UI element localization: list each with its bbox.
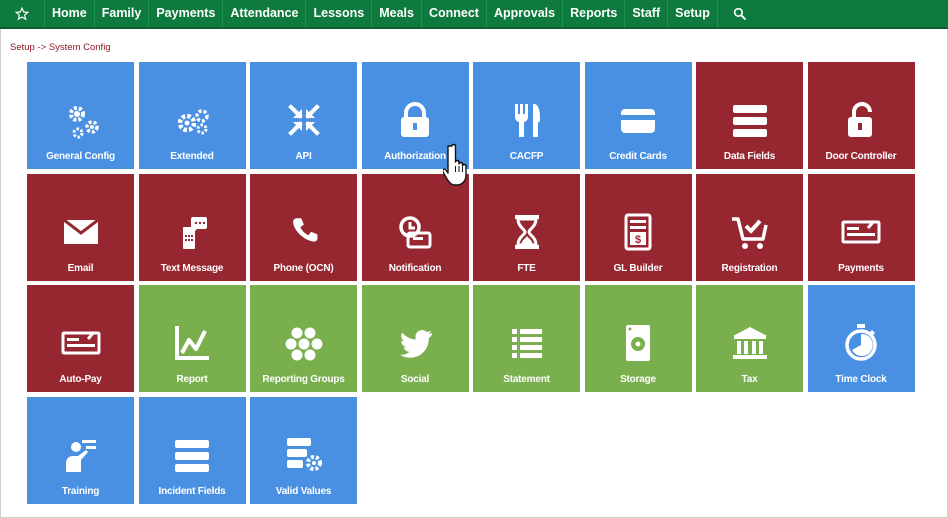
tile-reporting-groups[interactable]: Reporting Groups <box>250 285 357 392</box>
tile-label: Time Clock <box>835 374 887 385</box>
notification-icon <box>362 210 469 254</box>
tile-api[interactable]: API <box>250 62 357 169</box>
hourglass-icon <box>473 210 580 254</box>
nav-item-setup[interactable]: Setup <box>668 0 718 27</box>
compress-arrows-icon <box>250 98 357 142</box>
tile-storage[interactable]: Storage <box>584 285 692 392</box>
tile-report[interactable]: Report <box>138 285 246 392</box>
line-chart-icon <box>139 321 246 365</box>
tile-label: GL Builder <box>613 262 663 274</box>
credit-card-icon <box>585 98 692 142</box>
tile-label: Storage <box>620 374 656 385</box>
tile-label: Registration <box>721 262 778 274</box>
tile-email[interactable]: Email <box>27 173 134 281</box>
tile-cacfp[interactable]: CACFP <box>473 62 580 169</box>
nav-search-button[interactable] <box>718 0 762 27</box>
tile-incident-fields[interactable]: Incident Fields <box>138 396 246 504</box>
list-icon <box>473 321 580 365</box>
tile-time-clock[interactable]: Time Clock <box>807 285 915 392</box>
tile-label: API <box>295 151 312 162</box>
tile-tax[interactable]: Tax <box>696 285 803 392</box>
twitter-icon <box>362 321 469 365</box>
nav-item-family[interactable]: Family <box>95 0 150 27</box>
favorites-star-button[interactable] <box>0 0 45 27</box>
cart-check-icon <box>696 210 803 254</box>
tile-label: Data Fields <box>723 151 776 162</box>
config-tile-grid: General Config Extended API Authorization CA… <box>27 62 915 504</box>
tile-label: Auto-Pay <box>59 374 102 385</box>
tile-valid-values[interactable]: Valid Values <box>250 396 357 504</box>
tile-label: Reporting Groups <box>262 374 345 385</box>
tile-label: Payments <box>838 262 884 274</box>
bank-icon <box>696 321 803 365</box>
stopwatch-icon <box>808 321 915 365</box>
tile-label: Notification <box>388 262 442 274</box>
nav-item-payments[interactable]: Payments <box>149 0 224 27</box>
training-icon <box>27 433 134 477</box>
tile-label: Report <box>176 374 208 385</box>
tile-label: Text Message <box>160 262 224 274</box>
tile-label: General Config <box>46 151 115 162</box>
tile-label: Incident Fields <box>158 485 226 497</box>
tile-label: Email <box>67 262 94 274</box>
tile-general-config[interactable]: General Config <box>27 62 134 169</box>
nav-item-connect[interactable]: Connect <box>422 0 487 27</box>
utensils-icon <box>473 98 580 142</box>
ledger-icon: $ <box>585 210 692 254</box>
tile-text-message[interactable]: Text Message <box>138 173 246 281</box>
tile-data-fields[interactable]: Data Fields <box>696 62 803 169</box>
gears-icon <box>27 98 134 142</box>
tile-label: Valid Values <box>275 485 332 497</box>
tile-label: Statement <box>503 374 550 385</box>
tile-label: Door Controller <box>825 151 897 162</box>
check-payment-icon <box>27 321 134 365</box>
tile-credit-cards[interactable]: Credit Cards <box>584 62 692 169</box>
mobile-message-icon <box>139 210 246 254</box>
svg-text:$: $ <box>635 234 641 246</box>
cogs-icon <box>139 98 246 142</box>
tile-label: CACFP <box>509 151 544 162</box>
tile-statement[interactable]: Statement <box>473 285 580 392</box>
unlock-icon <box>808 98 915 142</box>
server-gear-icon <box>250 433 357 477</box>
tile-label: Tax <box>741 374 758 385</box>
nav-item-meals[interactable]: Meals <box>372 0 422 27</box>
tile-training[interactable]: Training <box>27 396 134 504</box>
nav-item-reports[interactable]: Reports <box>563 0 626 27</box>
tile-gl-builder[interactable]: $ GL Builder <box>584 173 692 281</box>
hand-pointer-cursor <box>443 143 467 186</box>
bars-icon <box>696 98 803 142</box>
lock-icon <box>362 98 469 142</box>
tile-label: Social <box>400 374 430 385</box>
tile-phone-ocn[interactable]: Phone (OCN) <box>250 173 357 281</box>
envelope-icon <box>27 210 134 254</box>
phone-icon <box>250 210 357 254</box>
nav-item-approvals[interactable]: Approvals <box>487 0 564 27</box>
tile-social[interactable]: Social <box>361 285 469 392</box>
tile-label: Credit Cards <box>609 151 667 162</box>
tile-registration[interactable]: Registration <box>696 173 803 281</box>
tile-label: Training <box>61 485 100 497</box>
nav-item-home[interactable]: Home <box>45 0 95 27</box>
check-payment-icon <box>808 210 915 254</box>
nav-item-staff[interactable]: Staff <box>625 0 669 27</box>
nav-item-attendance[interactable]: Attendance <box>223 0 307 27</box>
tile-label: Extended <box>170 151 214 162</box>
tile-fte[interactable]: FTE <box>473 173 580 281</box>
tile-auto-pay[interactable]: Auto-Pay <box>27 285 134 392</box>
tile-label: Phone (OCN) <box>273 262 334 274</box>
bars-icon <box>139 433 246 477</box>
hexagons-icon <box>250 321 357 365</box>
tile-label: FTE <box>517 262 536 274</box>
top-navbar: Home Family Payments Attendance Lessons Meals… <box>0 0 948 29</box>
breadcrumb: Setup -> System Config <box>10 42 111 53</box>
nav-item-lessons[interactable]: Lessons <box>306 0 373 27</box>
search-icon <box>734 7 747 20</box>
tile-payments[interactable]: Payments <box>807 173 915 281</box>
tile-door-controller[interactable]: Door Controller <box>807 62 915 169</box>
tile-extended[interactable]: Extended <box>138 62 246 169</box>
star-icon <box>15 6 29 20</box>
tile-notification[interactable]: Notification <box>361 173 469 281</box>
hard-drive-icon <box>585 321 692 365</box>
